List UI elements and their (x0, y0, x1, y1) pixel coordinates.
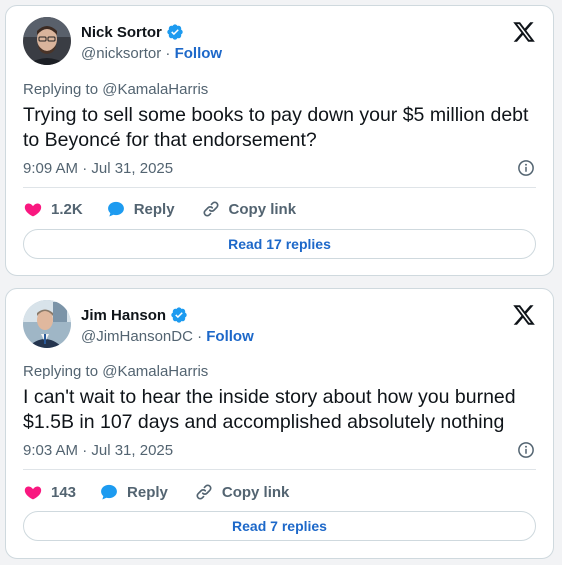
separator: · (197, 328, 203, 345)
timestamp[interactable]: 9:09 AM · Jul 31, 2025 (23, 160, 173, 177)
author-handle[interactable]: @JimHansonDC (81, 328, 193, 345)
author-handle[interactable]: @nicksortor (81, 45, 161, 62)
divider (23, 469, 536, 470)
author-name[interactable]: Nick Sortor (81, 23, 184, 41)
x-logo-icon[interactable] (512, 20, 536, 44)
separator: · (165, 45, 171, 62)
reply-button[interactable]: Reply (99, 482, 168, 502)
divider (23, 187, 536, 188)
verified-badge-icon (167, 24, 183, 40)
reply-label: Reply (133, 200, 175, 218)
link-icon (203, 201, 219, 217)
author-name[interactable]: Jim Hanson (81, 306, 188, 324)
copy-link-label: Copy link (221, 483, 290, 501)
tweet-text: Trying to sell some books to pay down yo… (23, 104, 529, 151)
avatar[interactable] (23, 17, 71, 65)
copy-link-label: Copy link (228, 200, 297, 218)
like-button[interactable]: 1.2K (23, 199, 83, 219)
action-bar: 143 Reply Copy link (23, 481, 536, 503)
reply-label: Reply (127, 483, 168, 501)
tweet-card: Nick Sortor @nicksortor · Follow Replyin… (5, 5, 554, 276)
reply-button[interactable]: Reply (106, 199, 175, 219)
x-logo-icon[interactable] (512, 303, 536, 327)
copy-link-button[interactable]: Copy link (201, 199, 297, 219)
heart-icon (24, 486, 42, 500)
speech-bubble-icon (101, 484, 117, 500)
replying-to[interactable]: Replying to @KamalaHarris (23, 363, 208, 380)
replying-to[interactable]: Replying to @KamalaHarris (23, 81, 208, 98)
follow-button[interactable]: Follow (206, 328, 254, 345)
link-icon (196, 484, 212, 500)
handle-line: @nicksortor · Follow (81, 45, 222, 62)
author-name-text[interactable]: Jim Hanson (81, 307, 166, 324)
info-icon[interactable] (517, 441, 535, 459)
read-replies-button[interactable]: Read 7 replies (23, 511, 536, 541)
speech-bubble-icon (107, 201, 124, 217)
handle-line: @JimHansonDC · Follow (81, 328, 254, 345)
heart-icon (24, 203, 42, 217)
follow-button[interactable]: Follow (175, 45, 223, 62)
tweet-card: Jim Hanson @JimHansonDC · Follow Replyin… (5, 288, 554, 559)
copy-link-button[interactable]: Copy link (194, 482, 290, 502)
verified-badge-icon (171, 307, 187, 323)
timestamp[interactable]: 9:03 AM · Jul 31, 2025 (23, 442, 173, 459)
author-name-text[interactable]: Nick Sortor (81, 24, 162, 41)
like-count: 1.2K (51, 200, 83, 218)
like-count: 143 (51, 483, 77, 501)
tweet-text: I can't wait to hear the inside story ab… (23, 386, 516, 433)
read-replies-button[interactable]: Read 17 replies (23, 229, 536, 259)
action-bar: 1.2K Reply Copy link (23, 198, 536, 220)
like-button[interactable]: 143 (23, 482, 76, 502)
avatar[interactable] (23, 300, 71, 348)
info-icon[interactable] (517, 159, 535, 177)
